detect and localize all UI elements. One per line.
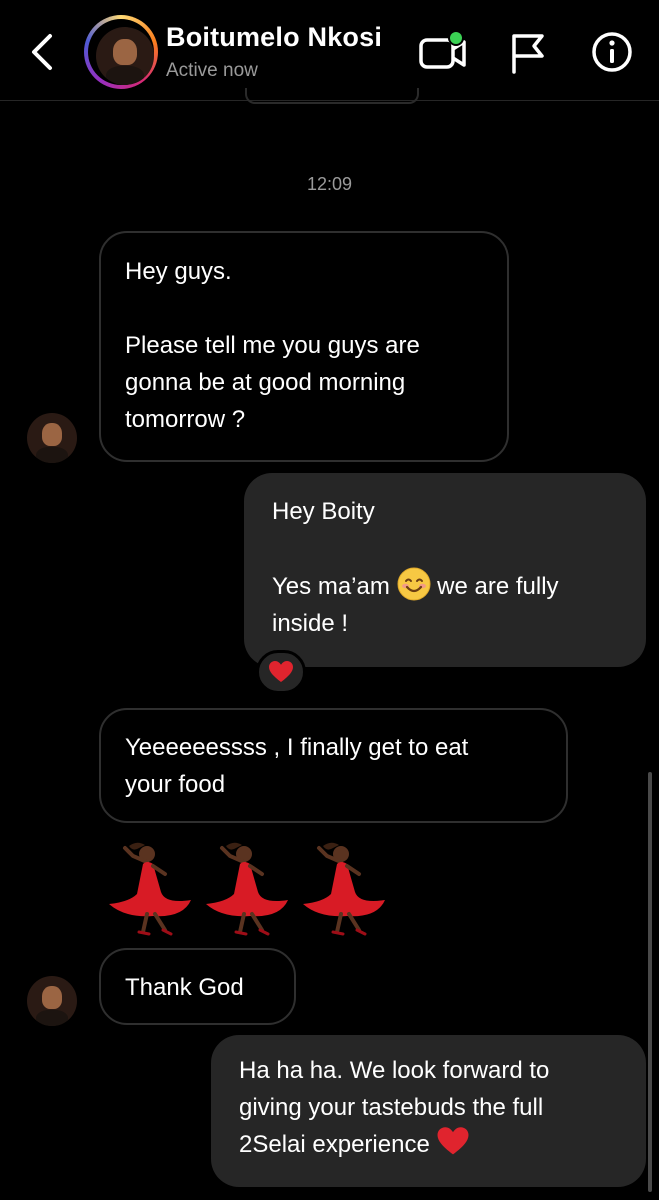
woman-dancing-emoji: [109, 842, 191, 936]
avatar-photo: [96, 27, 154, 85]
active-status: Active now: [166, 60, 258, 81]
scrollbar[interactable]: [648, 772, 652, 1192]
incoming-message-bubble[interactable]: Yeeeeeessss , I finally get to eat your …: [99, 708, 568, 823]
incoming-message-bubble[interactable]: Thank God: [99, 948, 296, 1025]
video-call-icon[interactable]: [418, 30, 470, 74]
online-dot-icon: [450, 32, 462, 44]
message-text: Ha ha ha. We look forward to giving your…: [239, 1057, 550, 1158]
previous-message-edge: [245, 88, 419, 104]
smiling-face-emoji: [397, 567, 430, 601]
incoming-message-bubble[interactable]: Hey guys. Please tell me you guys are go…: [99, 231, 509, 462]
back-chevron-icon[interactable]: [22, 30, 62, 74]
red-heart-emoji: [437, 1127, 469, 1155]
woman-dancing-emoji: [303, 842, 385, 936]
heart-reaction[interactable]: [256, 650, 306, 694]
woman-dancing-emoji: [206, 842, 288, 936]
chat-header: Boitumelo Nkosi Active now: [0, 0, 659, 101]
sender-avatar[interactable]: [27, 976, 77, 1026]
info-icon[interactable]: [590, 30, 634, 74]
flag-icon[interactable]: [508, 32, 548, 74]
profile-avatar[interactable]: [84, 15, 158, 89]
message-text: Hey Boity Yes ma’am: [272, 498, 390, 600]
red-heart-icon: [269, 661, 293, 682]
message-timestamp: 12:09: [306, 174, 353, 194]
outgoing-message-bubble[interactable]: Hey Boity Yes ma’am we are fully inside …: [244, 473, 646, 667]
contact-name[interactable]: Boitumelo Nkosi: [166, 22, 382, 53]
outgoing-message-bubble[interactable]: Ha ha ha. We look forward to giving your…: [211, 1035, 646, 1187]
sender-avatar[interactable]: [27, 413, 77, 463]
